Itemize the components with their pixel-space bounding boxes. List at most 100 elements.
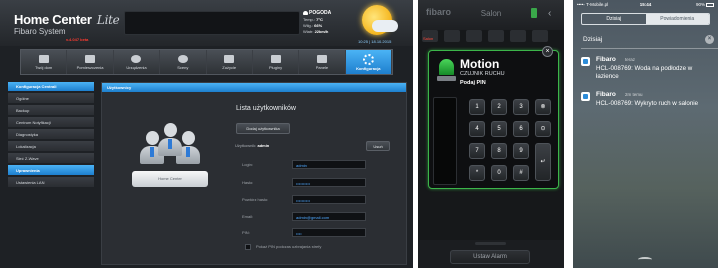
user-row: Użytkownik: admin	[235, 143, 270, 148]
nav-rooms[interactable]: Pomieszczenia	[67, 50, 114, 74]
show-pin-checkbox[interactable]	[245, 244, 251, 250]
sidebar-item-permissions[interactable]: Uprawnienia	[8, 165, 94, 175]
show-pin-option: Pokaż PIN podczas uzbrajania strefy	[245, 244, 321, 250]
key-4[interactable]: 4	[469, 121, 485, 137]
password-field[interactable]: ••••••••••	[292, 178, 366, 187]
clear-key-icon[interactable]: ⊗	[535, 99, 551, 115]
nav-configuration[interactable]: Konfiguracja	[345, 50, 392, 74]
email-label: Email:	[242, 214, 254, 219]
status-bar: ••••◦ T-Mobile.pl 15:44 90%	[573, 0, 718, 9]
notification-message: HCL-008769: Woda na podłodze w łazience	[596, 65, 693, 80]
nav-plugins[interactable]: Pluginy	[253, 50, 300, 74]
sidebar-item-zwave[interactable]: Sieć Z-Wave	[8, 153, 94, 163]
key-7[interactable]: 7	[469, 143, 485, 159]
mobile-salon-panel: fibaro Salon ‹ Salon Motion CZUJNIK RUCH…	[418, 0, 564, 268]
rooms-icon	[85, 54, 96, 63]
ios-notification-center: ••••◦ T-Mobile.pl 15:44 90% Dzisiaj Powi…	[573, 0, 718, 268]
section-title: Dzisiaj	[583, 36, 603, 43]
set-alarm-button[interactable]: Ustaw Alarm	[450, 250, 530, 264]
top-bar: fibaro Salon ‹	[418, 0, 564, 30]
notification-app: Fibaro	[596, 91, 616, 98]
pin-display-slot	[433, 97, 457, 185]
bulb-icon	[131, 54, 142, 63]
enter-key-icon[interactable]: ↵	[535, 143, 551, 181]
sidebar-item-notifications[interactable]: Centrum Notyfikacji	[8, 117, 94, 127]
battery-status: 90%	[696, 2, 714, 7]
back-chevron-icon[interactable]: ‹	[548, 8, 551, 19]
cloud-icon	[303, 10, 308, 15]
chart-icon	[224, 54, 235, 63]
key-3[interactable]: 3	[513, 99, 529, 115]
weather-title: POGODA	[303, 10, 331, 16]
tab-notifications[interactable]: Powiadomienia	[645, 14, 709, 24]
delete-user-button[interactable]: Usuń	[366, 141, 390, 151]
tab-today[interactable]: Dzisiaj	[582, 14, 646, 24]
config-sidebar: Konfiguracja Centrali Ogólne Backup Cent…	[8, 82, 94, 187]
home-center-device: Home Center	[132, 171, 208, 187]
clear-icon[interactable]: ×	[705, 35, 714, 44]
home-center-web-panel: Home Center Lite Fibaro System v.4.047 b…	[0, 0, 413, 268]
alarm-siren-icon	[437, 59, 456, 83]
divider	[581, 48, 718, 49]
header-bar: Home Center Lite Fibaro System v.4.047 b…	[0, 0, 413, 46]
main-nav: Twój dom Pomieszczenia Urządzenia Sceny …	[20, 49, 393, 75]
background-devices	[422, 27, 560, 49]
nav-consumption[interactable]: Zużycie	[207, 50, 253, 74]
users-panel: Użytkownicy Home Center Lista użytkownik…	[101, 82, 407, 265]
logo-lite: Lite	[96, 13, 120, 27]
sidebar-item-general[interactable]: Ogólne	[8, 93, 94, 103]
notification-item[interactable]: Fibaro teraz HCL-008769: Woda na podłodz…	[581, 56, 718, 96]
key-1[interactable]: 1	[469, 99, 485, 115]
notification-item[interactable]: Fibaro 2m temu HCL-008769: Wykryto ruch …	[581, 91, 718, 131]
email-field[interactable]: admin@gmail.com	[292, 212, 366, 221]
key-5[interactable]: 5	[491, 121, 507, 137]
drawer-handle[interactable]	[475, 242, 506, 245]
notification-app: Fibaro	[596, 56, 616, 63]
sidebar-item-location[interactable]: Lokalizacja	[8, 141, 94, 151]
login-field[interactable]: admin	[292, 160, 366, 169]
sidebar-item-diagnostics[interactable]: Diagnostyka	[8, 129, 94, 139]
pin-label: PIN:	[242, 230, 250, 235]
cloud-weather-icon	[372, 20, 398, 32]
repeat-password-label: Powtórz hasło:	[242, 197, 269, 202]
pull-up-grip-icon[interactable]	[638, 257, 652, 262]
weather-temp: Temp.: 7°C	[303, 17, 323, 22]
notification-time: teraz	[625, 57, 636, 62]
key-6[interactable]: 6	[513, 121, 529, 137]
pin-field[interactable]: ••••	[292, 228, 366, 237]
house-icon	[38, 54, 49, 63]
date-time: 10:25 | 18.10.2015	[358, 39, 392, 44]
fibaro-app-icon	[581, 57, 590, 66]
key-hash[interactable]: #	[513, 165, 529, 181]
nav-home[interactable]: Twój dom	[21, 50, 68, 74]
add-user-button[interactable]: Dodaj użytkownika	[236, 123, 290, 134]
sidebar-item-backup[interactable]: Backup	[8, 105, 94, 115]
nav-scenes[interactable]: Sceny	[160, 50, 207, 74]
key-9[interactable]: 9	[513, 143, 529, 159]
repeat-password-field[interactable]: ••••••••••	[292, 195, 366, 204]
logo: Home Center Lite	[14, 12, 120, 27]
sidebar-item-lan[interactable]: Ustawienia LAN	[8, 177, 94, 187]
logo-subtitle: Fibaro System	[14, 27, 66, 36]
sidebar-header: Konfiguracja Centrali	[8, 82, 94, 91]
scenes-icon	[177, 54, 188, 63]
view-segmented-control: Dzisiaj Powiadomienia	[581, 13, 710, 25]
logo-title: Home Center	[14, 12, 92, 27]
status-icon[interactable]	[531, 8, 537, 18]
show-pin-key-icon[interactable]: ⊙	[535, 121, 551, 137]
users-list-title: Lista użytkowników	[236, 105, 296, 112]
key-0[interactable]: 0	[491, 165, 507, 181]
version-label: v.4.047 beta	[66, 37, 89, 42]
room-label: Salon	[423, 36, 434, 41]
gear-icon	[362, 53, 374, 65]
password-label: Hasło:	[242, 180, 254, 185]
nav-devices[interactable]: Urządzenia	[114, 50, 161, 74]
notification-message: HCL-008769: Wykryto ruch w salonie	[596, 100, 699, 107]
panels-icon	[316, 54, 327, 63]
key-8[interactable]: 8	[491, 143, 507, 159]
key-star[interactable]: *	[469, 165, 485, 181]
weather-wind: Wiatr: 22km/h	[303, 29, 329, 34]
nav-panels[interactable]: Panele	[299, 50, 346, 74]
key-2[interactable]: 2	[491, 99, 507, 115]
close-icon[interactable]: ×	[542, 46, 553, 57]
